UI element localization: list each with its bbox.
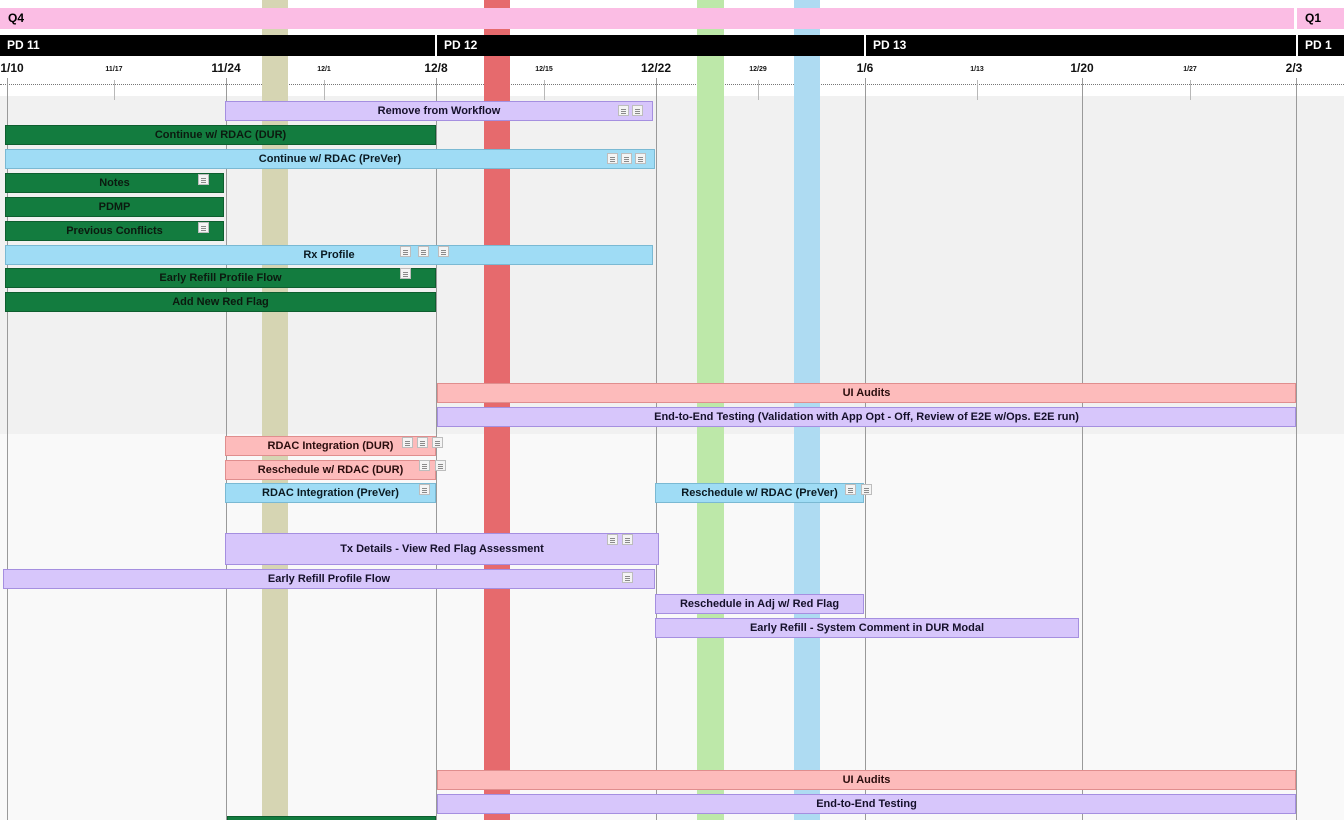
task-bar[interactable]: Continue w/ RDAC (DUR) — [5, 125, 436, 145]
task-label: RDAC Integration (DUR) — [267, 440, 394, 452]
task-bar[interactable]: Continue w/ RDAC (PreVer) — [5, 149, 655, 169]
quarter-label: Q1 — [1297, 8, 1344, 29]
task-bar[interactable]: Early Refill Profile Flow — [5, 268, 436, 288]
task-bar[interactable]: PDMP — [5, 197, 224, 217]
task-label: UI Audits — [842, 774, 891, 786]
gridline — [758, 80, 759, 100]
note-icon[interactable] — [607, 534, 618, 545]
note-icon[interactable] — [432, 437, 443, 448]
note-icon[interactable] — [198, 222, 209, 233]
date-tick-label: 11/17 — [105, 66, 123, 73]
gridline — [1190, 80, 1191, 100]
task-bar[interactable]: Notes — [5, 173, 224, 193]
date-tick-label: 12/22 — [640, 61, 672, 75]
task-bar[interactable]: Early Refill Profile Flow — [3, 569, 655, 589]
task-label: Continue w/ RDAC (DUR) — [154, 129, 287, 141]
task-label: PDMP — [98, 201, 131, 213]
header-divider — [0, 84, 1344, 85]
date-tick-label: 1/13 — [970, 66, 984, 73]
task-bar[interactable]: UI Audits — [437, 383, 1296, 403]
gridline — [436, 78, 437, 820]
date-tick-label: 12/15 — [535, 66, 553, 73]
task-label: RDAC Integration (PreVer) — [262, 487, 399, 499]
task-bar[interactable]: Add New Red Flag — [5, 292, 436, 312]
task-label: Tx Details - View Red Flag Assessment — [340, 543, 544, 555]
note-icon[interactable] — [635, 153, 646, 164]
task-bar[interactable]: End-to-End Testing — [437, 794, 1296, 814]
note-icon[interactable] — [621, 153, 632, 164]
note-icon[interactable] — [632, 105, 643, 116]
note-icon[interactable] — [198, 174, 209, 185]
note-icon[interactable] — [400, 268, 411, 279]
roadmap-canvas: Q4 Q1 PD 11 PD 12 PD 13 PD 1 1/10 11/17 11… — [0, 0, 1344, 820]
task-label: UI Audits — [842, 387, 891, 399]
task-label: Previous Conflicts — [66, 225, 163, 237]
note-icon[interactable] — [400, 246, 411, 257]
note-icon[interactable] — [622, 572, 633, 583]
quarter-label: Q4 — [0, 8, 1294, 29]
task-label: Reschedule w/ RDAC (DUR) — [257, 464, 404, 476]
task-bar[interactable]: Remove from Workflow — [225, 101, 653, 121]
task-label: Notes — [99, 177, 130, 189]
task-bar[interactable]: Previous Conflicts — [5, 221, 224, 241]
gridline — [1082, 78, 1083, 820]
note-icon[interactable] — [417, 437, 428, 448]
period-label: PD 1 — [1298, 35, 1344, 56]
task-bar[interactable]: UI Audits — [437, 770, 1296, 790]
task-label: Rx Profile — [303, 249, 355, 261]
date-tick-label: 1/20 — [1070, 61, 1094, 75]
task-label: Remove from Workflow — [377, 105, 501, 117]
task-bar[interactable]: End-to-End Testing (Validation with App … — [437, 407, 1296, 427]
date-tick-label: 12/29 — [749, 66, 767, 73]
note-icon[interactable] — [435, 460, 446, 471]
task-label: Early Refill Profile Flow — [159, 272, 282, 284]
task-bar[interactable]: Tx Details - View Red Flag Assessment — [225, 533, 659, 565]
note-icon[interactable] — [607, 153, 618, 164]
gridline — [1296, 78, 1297, 820]
note-icon[interactable] — [622, 534, 633, 545]
note-icon[interactable] — [419, 484, 430, 495]
date-tick-label: 12/1 — [317, 66, 331, 73]
gridline — [114, 80, 115, 100]
gridline — [977, 80, 978, 100]
date-tick-label: 1/10 — [0, 61, 24, 75]
date-tick-label: 1/6 — [856, 61, 874, 75]
gridline — [656, 78, 657, 820]
task-bar[interactable]: Reschedule w/ RDAC (PreVer) — [655, 483, 864, 503]
date-tick-label: 1/27 — [1183, 66, 1197, 73]
task-bar[interactable]: RDAC Integration (PreVer) — [225, 483, 436, 503]
task-bar[interactable]: Rx Profile — [5, 245, 653, 265]
task-bar[interactable]: Reschedule w/ RDAC (DUR) — [225, 460, 436, 480]
milestone-stripe — [262, 0, 288, 820]
task-label: End-to-End Testing (Validation with App … — [654, 411, 1079, 423]
period-label: PD 12 — [437, 35, 864, 56]
task-bar[interactable]: Reschedule in Adj w/ Red Flag — [655, 594, 864, 614]
gridline — [544, 80, 545, 100]
period-label: PD 13 — [866, 35, 1296, 56]
task-label: Early Refill Profile Flow — [267, 573, 391, 585]
task-label: Early Refill - System Comment in DUR Mod… — [749, 622, 985, 634]
date-tick-label: 2/3 — [1285, 61, 1303, 75]
note-icon[interactable] — [418, 246, 429, 257]
date-tick-label: 11/24 — [211, 61, 241, 75]
gridline — [324, 80, 325, 100]
task-bar[interactable] — [227, 816, 436, 820]
period-label: PD 11 — [0, 35, 435, 56]
note-icon[interactable] — [845, 484, 856, 495]
task-label: Continue w/ RDAC (PreVer) — [258, 153, 402, 165]
task-label: Add New Red Flag — [172, 296, 269, 308]
task-label: Reschedule w/ RDAC (PreVer) — [681, 487, 838, 499]
note-icon[interactable] — [861, 484, 872, 495]
gridline — [865, 78, 866, 820]
task-label: Reschedule in Adj w/ Red Flag — [679, 598, 840, 610]
note-icon[interactable] — [618, 105, 629, 116]
task-label: End-to-End Testing — [816, 798, 917, 810]
note-icon[interactable] — [419, 460, 430, 471]
note-icon[interactable] — [438, 246, 449, 257]
note-icon[interactable] — [402, 437, 413, 448]
task-bar[interactable]: Early Refill - System Comment in DUR Mod… — [655, 618, 1079, 638]
date-tick-label: 12/8 — [424, 61, 448, 75]
